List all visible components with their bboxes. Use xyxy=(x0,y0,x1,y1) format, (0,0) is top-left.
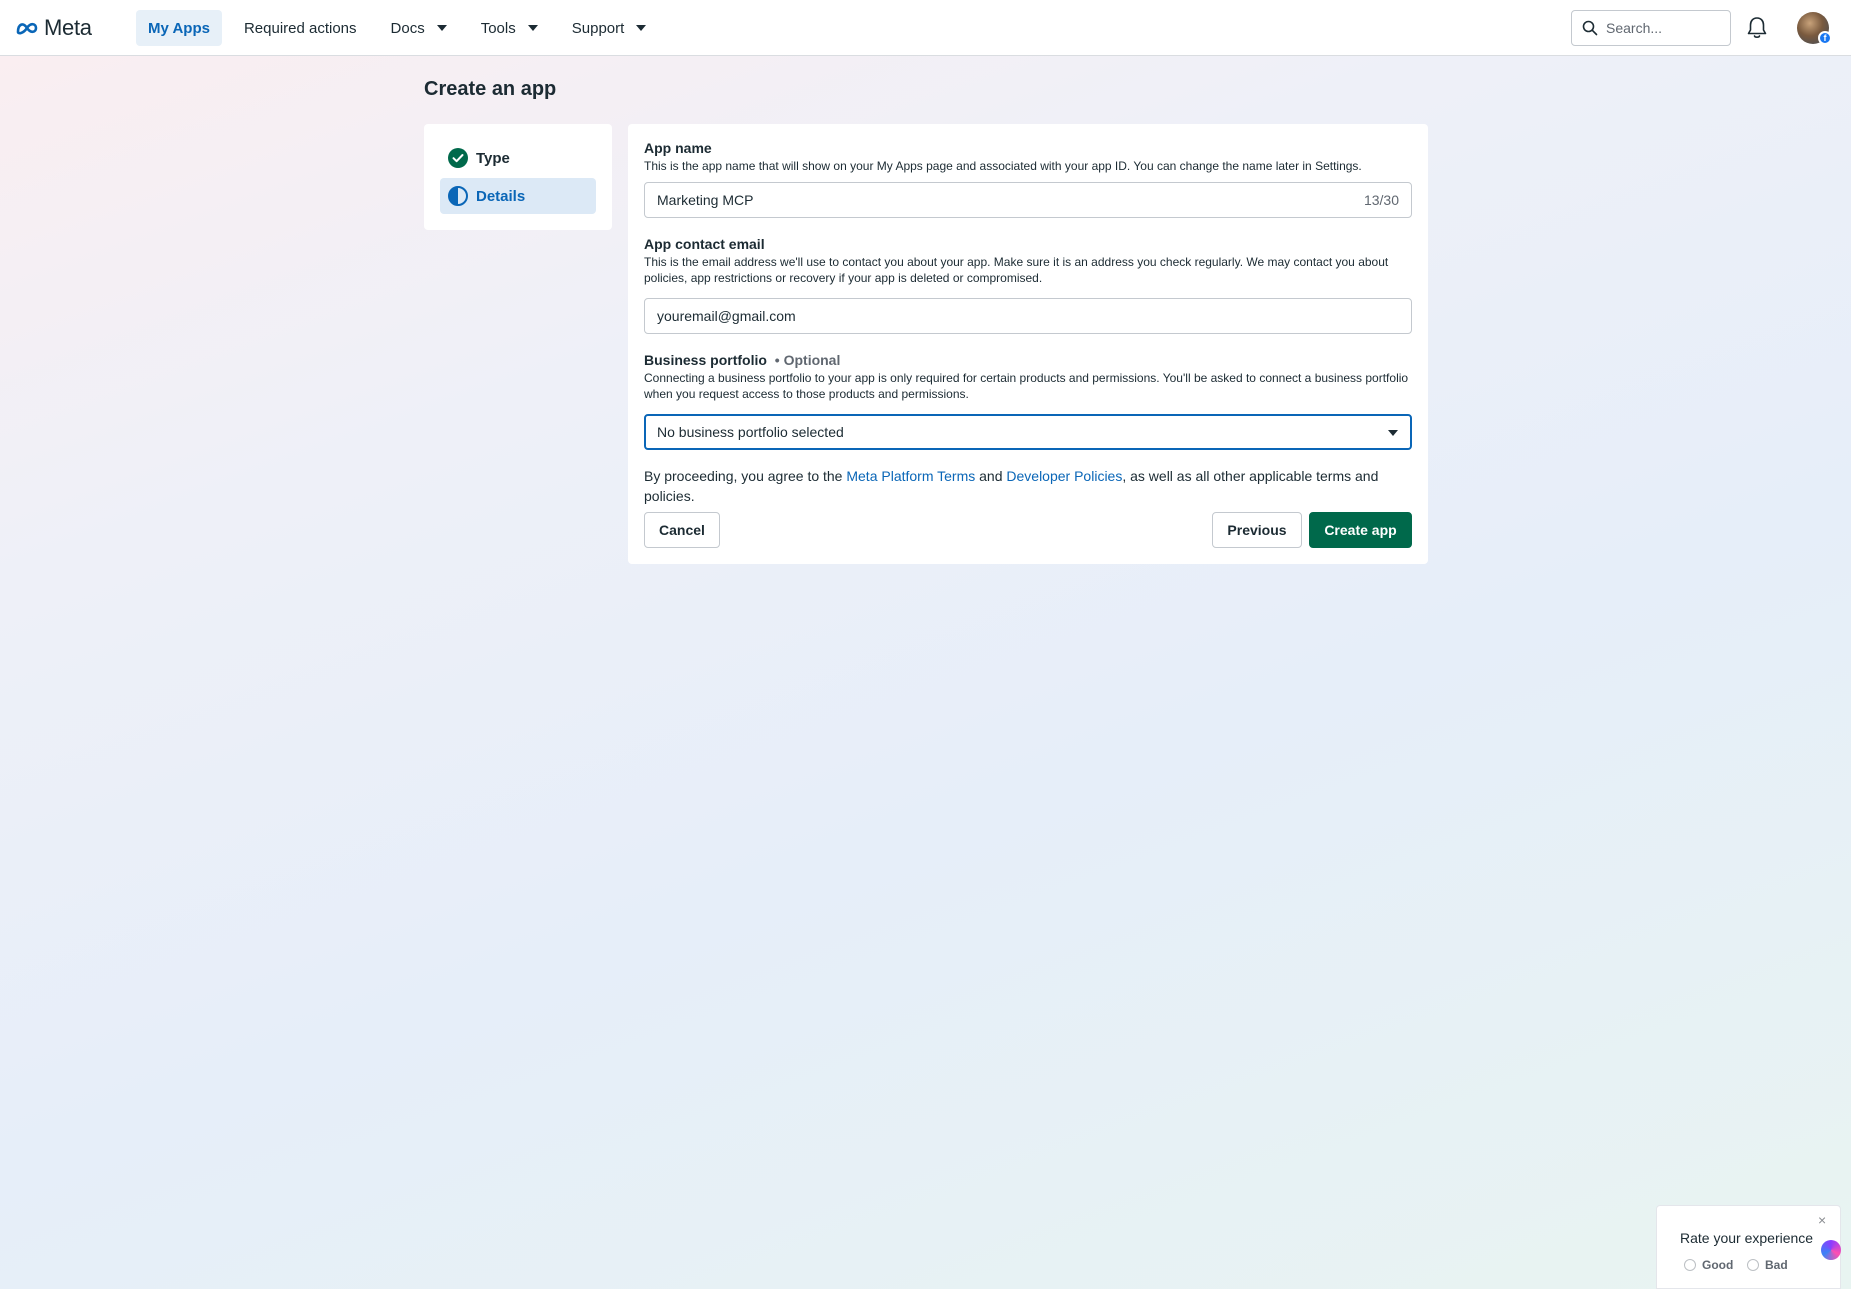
terms-prefix: By proceeding, you agree to the xyxy=(644,468,847,484)
previous-button[interactable]: Previous xyxy=(1212,512,1302,548)
app-name-label: App name xyxy=(644,140,712,156)
terms-text: By proceeding, you agree to the Meta Pla… xyxy=(644,466,1412,506)
rate-title: Rate your experience xyxy=(1680,1230,1814,1246)
step-type-label: Type xyxy=(476,149,510,167)
radio-good[interactable] xyxy=(1684,1259,1696,1271)
page-title: Create an app xyxy=(424,78,557,100)
rate-good-option[interactable]: Good xyxy=(1684,1258,1733,1272)
app-name-help: This is the app name that will show on y… xyxy=(644,159,1362,173)
radio-bad[interactable] xyxy=(1747,1259,1759,1271)
search-icon xyxy=(1582,20,1598,36)
developer-policies-link[interactable]: Developer Policies xyxy=(1006,468,1122,484)
search-input[interactable] xyxy=(1606,20,1716,36)
chevron-down-icon xyxy=(436,25,447,31)
nav-my-apps[interactable]: My Apps xyxy=(136,10,222,46)
contact-email-input[interactable]: youremail@gmail.com xyxy=(644,298,1412,334)
meta-logo[interactable]: Meta xyxy=(15,15,92,41)
rate-bad-option[interactable]: Bad xyxy=(1747,1258,1788,1272)
nav-support-label: Support xyxy=(571,19,625,37)
nav-tools[interactable]: Tools xyxy=(469,10,550,46)
chevron-down-icon xyxy=(1388,430,1398,436)
rate-good-label: Good xyxy=(1702,1258,1734,1272)
app-name-input[interactable]: Marketing MCP 13/30 xyxy=(644,182,1412,218)
rate-bad-label: Bad xyxy=(1765,1258,1788,1272)
nav-required-actions[interactable]: Required actions xyxy=(232,10,369,46)
nav-docs[interactable]: Docs xyxy=(379,10,459,46)
contact-email-section: App contact email This is the email addr… xyxy=(644,236,1412,334)
business-portfolio-selected: No business portfolio selected xyxy=(657,424,844,440)
app-name-counter: 13/30 xyxy=(1363,192,1399,208)
check-circle-icon xyxy=(448,148,468,168)
app-name-value: Marketing MCP xyxy=(657,192,754,208)
meta-platform-terms-link[interactable]: Meta Platform Terms xyxy=(846,468,975,484)
business-portfolio-label-row: Business portfolio • Optional xyxy=(644,352,1412,368)
terms-middle: and xyxy=(975,468,1007,484)
rate-experience-widget: × Rate your experience Good Bad xyxy=(1656,1205,1841,1289)
business-portfolio-select[interactable]: No business portfolio selected xyxy=(644,414,1412,450)
nav-tools-label: Tools xyxy=(480,19,516,37)
ai-assistant-icon[interactable] xyxy=(1821,1240,1841,1260)
chevron-down-icon xyxy=(527,25,538,31)
contact-email-help: This is the email address we'll use to c… xyxy=(644,255,1389,285)
business-portfolio-help: Connecting a business portfolio to your … xyxy=(644,371,1409,401)
search-box[interactable] xyxy=(1571,10,1731,46)
cancel-button[interactable]: Cancel xyxy=(644,512,720,548)
step-type[interactable]: Type xyxy=(440,140,596,176)
optional-tag: • Optional xyxy=(774,352,841,368)
brand-name: Meta xyxy=(44,15,92,40)
app-name-section: App name This is the app name that will … xyxy=(644,140,1412,218)
top-navbar: Meta My Apps Required actions Docs Tools… xyxy=(0,0,1851,56)
close-icon[interactable]: × xyxy=(1818,1212,1826,1228)
nav-support[interactable]: Support xyxy=(560,10,659,46)
main-nav: My Apps Required actions Docs Tools Supp… xyxy=(136,10,668,46)
half-circle-progress-icon xyxy=(448,186,468,206)
facebook-badge-icon: f xyxy=(1818,31,1832,45)
contact-email-label: App contact email xyxy=(644,236,765,252)
step-details[interactable]: Details xyxy=(440,178,596,214)
notification-bell-icon[interactable] xyxy=(1746,16,1768,40)
contact-email-value: youremail@gmail.com xyxy=(657,308,796,324)
nav-docs-label: Docs xyxy=(390,19,425,37)
business-portfolio-label: Business portfolio xyxy=(644,352,767,368)
chevron-down-icon xyxy=(636,25,647,31)
step-details-label: Details xyxy=(476,187,526,205)
steps-panel: Type Details xyxy=(424,124,612,230)
create-app-button[interactable]: Create app xyxy=(1309,512,1412,548)
business-portfolio-section: Business portfolio • Optional Connecting… xyxy=(644,352,1412,450)
meta-infinity-icon xyxy=(16,22,38,35)
app-details-form: App name This is the app name that will … xyxy=(628,124,1428,564)
